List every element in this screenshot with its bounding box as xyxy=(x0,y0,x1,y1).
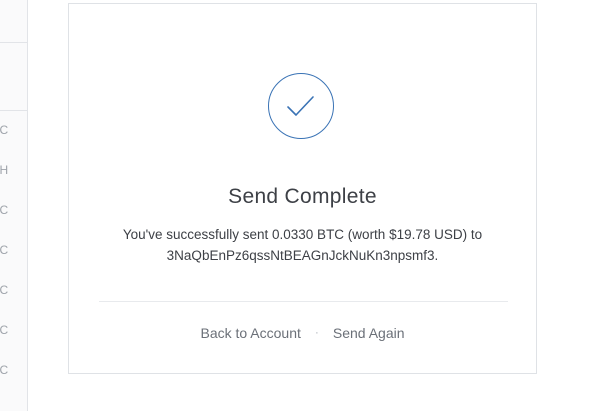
send-complete-page: TC TH TC TC TC TC TC Send Complete You'v… xyxy=(0,0,599,411)
sidebar-account-item[interactable]: TC xyxy=(0,203,8,217)
action-separator: · xyxy=(314,325,319,339)
sidebar-account-item[interactable]: TC xyxy=(0,363,8,377)
sidebar-divider xyxy=(0,42,27,43)
checkmark-glyph xyxy=(287,96,314,116)
account-sidebar: TC TH TC TC TC TC TC xyxy=(0,0,28,411)
send-again-link[interactable]: Send Again xyxy=(333,325,405,341)
sidebar-account-item[interactable]: TC xyxy=(0,243,8,257)
card-divider xyxy=(99,301,508,302)
page-title: Send Complete xyxy=(228,185,377,208)
sidebar-account-item[interactable]: TC xyxy=(0,123,8,137)
send-complete-card: Send Complete You've successfully sent 0… xyxy=(68,3,537,374)
success-message-line: You've successfully sent 0.0330 BTC (wor… xyxy=(122,227,483,242)
back-to-account-link[interactable]: Back to Account xyxy=(200,325,300,341)
recipient-address: 3NaQbEnPz6qssNtBEAGnJckNuKn3npsmf3. xyxy=(166,248,439,263)
sidebar-account-item[interactable]: TC xyxy=(0,283,8,297)
sidebar-account-item[interactable]: TC xyxy=(0,323,8,337)
sidebar-account-item[interactable]: TH xyxy=(0,163,8,177)
checkmark-icon xyxy=(268,73,334,139)
success-message: You've successfully sent 0.0330 BTC (wor… xyxy=(89,224,516,266)
sidebar-divider xyxy=(0,110,27,111)
card-actions: Back to Account · Send Again xyxy=(69,325,536,341)
